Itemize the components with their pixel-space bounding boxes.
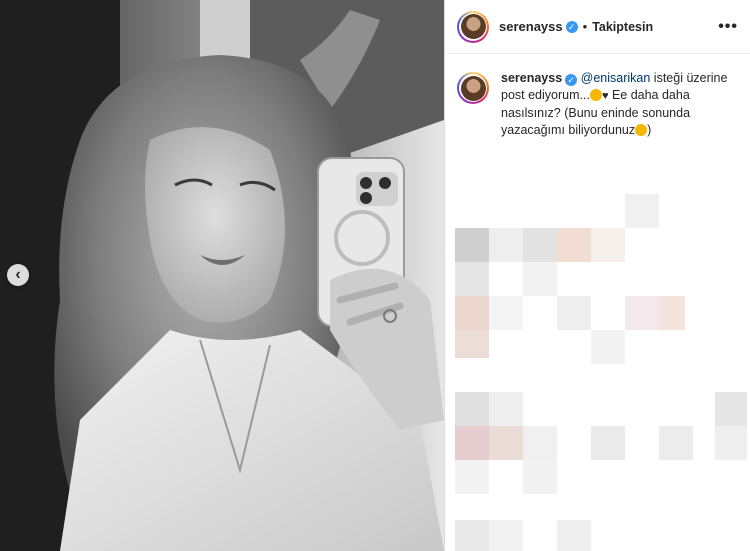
post-photo[interactable]: ‹ bbox=[0, 0, 444, 551]
smile-emoji-icon bbox=[589, 89, 602, 101]
verified-badge-icon: ✓ bbox=[565, 74, 578, 86]
post-caption: serenayss ✓ @enisarikan isteği üzerine po… bbox=[445, 54, 750, 139]
caption-part-3: ) bbox=[647, 123, 652, 137]
separator-dot: • bbox=[582, 19, 588, 34]
smile-emoji-icon bbox=[635, 124, 648, 136]
pixelated-comments bbox=[445, 150, 750, 551]
instagram-post: ‹ serenayss ✓ • Takiptesin ••• serenayss… bbox=[0, 0, 750, 551]
mention-link[interactable]: @enisarikan bbox=[581, 71, 651, 85]
follow-status-button[interactable]: Takiptesin bbox=[592, 20, 653, 34]
more-options-icon[interactable]: ••• bbox=[718, 18, 738, 36]
caption-avatar[interactable] bbox=[457, 72, 489, 104]
chevron-left-icon: ‹ bbox=[15, 266, 21, 283]
post-header: serenayss ✓ • Takiptesin ••• bbox=[445, 0, 750, 54]
avatar-image bbox=[460, 14, 486, 39]
caption-text: serenayss ✓ @enisarikan isteği üzerine po… bbox=[501, 70, 738, 139]
avatar[interactable] bbox=[457, 10, 489, 43]
previous-photo-button[interactable]: ‹ bbox=[7, 264, 29, 286]
caption-username[interactable]: serenayss bbox=[501, 71, 562, 85]
verified-badge-icon: ✓ bbox=[565, 20, 578, 33]
header-username[interactable]: serenayss bbox=[499, 19, 563, 34]
photo-grayscale bbox=[0, 0, 444, 551]
post-sidebar: serenayss ✓ • Takiptesin ••• serenayss ✓ … bbox=[444, 0, 750, 551]
